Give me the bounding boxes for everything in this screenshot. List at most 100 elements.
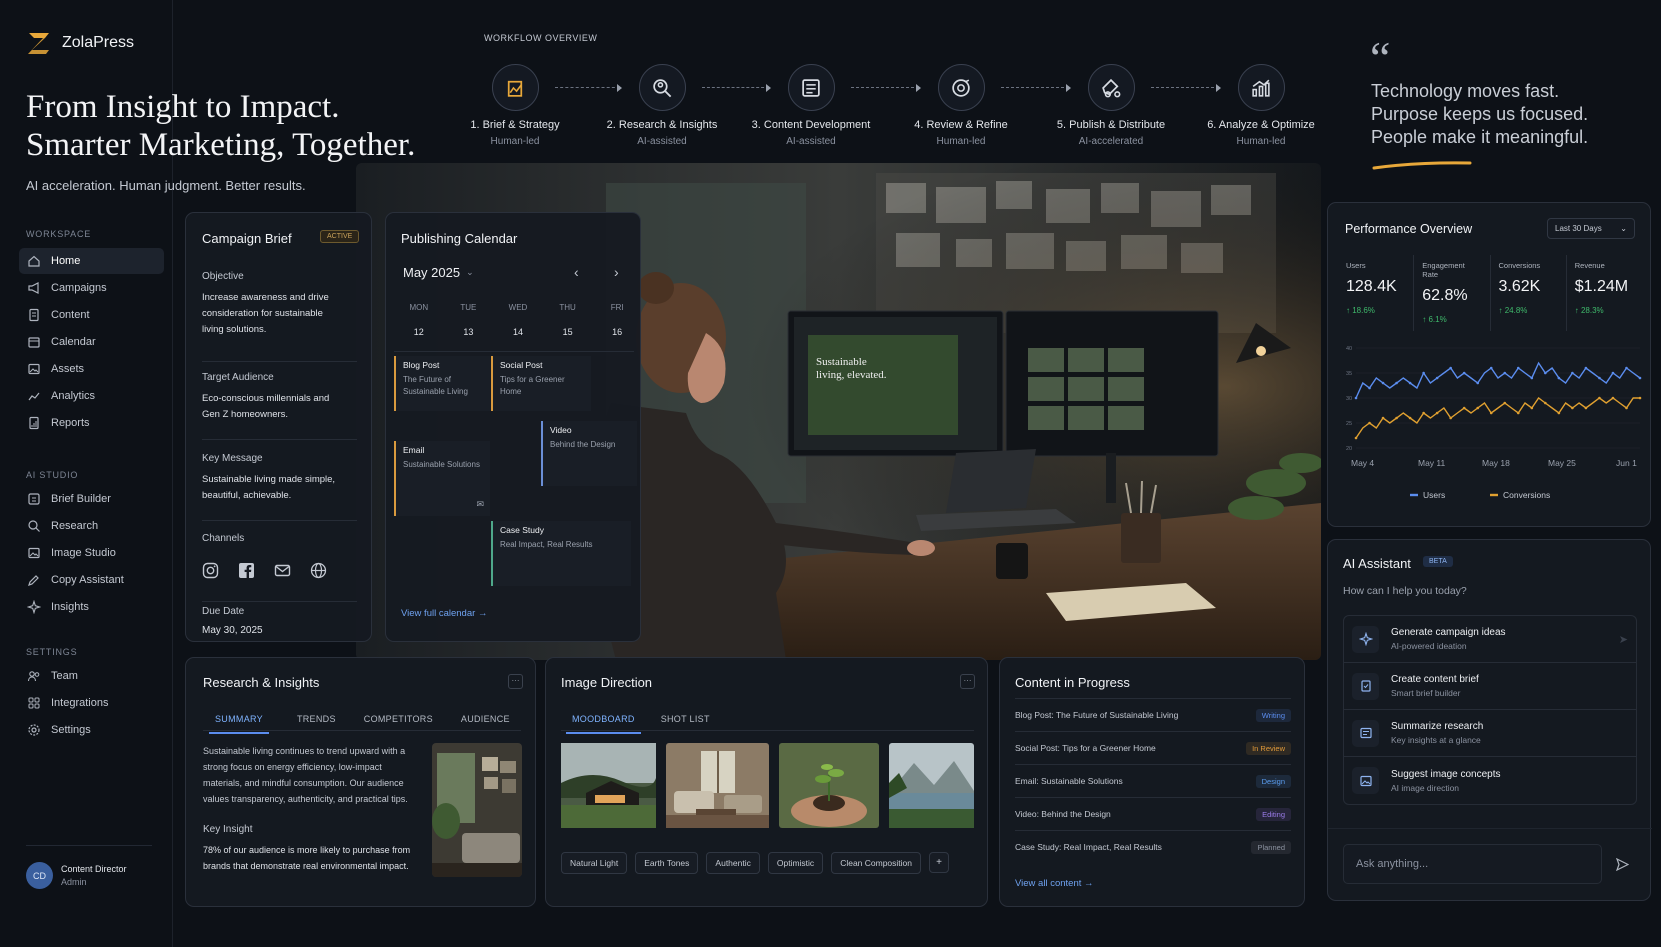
image-tag[interactable]: Earth Tones xyxy=(635,852,699,874)
image-tag[interactable]: Clean Composition xyxy=(831,852,922,874)
instagram-icon[interactable] xyxy=(202,562,219,579)
content-item[interactable]: Social Post: Tips for a Greener Home In R… xyxy=(1015,731,1291,764)
workflow-step-2[interactable]: 2. Research & Insights AI-assisted xyxy=(592,64,732,147)
sidebar-item-campaigns[interactable]: Campaigns xyxy=(19,275,164,301)
next-month-button[interactable]: › xyxy=(614,264,619,280)
tab-trends[interactable]: TRENDS xyxy=(297,714,336,734)
assistant-suggestion[interactable]: Summarize research Key insights at a glan… xyxy=(1344,710,1636,757)
image-tag[interactable]: Natural Light xyxy=(561,852,628,874)
view-full-calendar-link[interactable]: View full calendar → xyxy=(401,608,487,619)
megaphone-icon xyxy=(28,282,39,294)
sidebar-item-assets[interactable]: Assets xyxy=(19,356,164,382)
facebook-icon[interactable] xyxy=(238,562,255,579)
sidebar-item-team[interactable]: Team xyxy=(19,663,164,689)
research-summary: Sustainable living continues to trend up… xyxy=(203,746,408,804)
content-item[interactable]: Case Study: Real Impact, Real Results Pla… xyxy=(1015,830,1291,863)
workflow-step-6[interactable]: 6. Analyze & Optimize Human-led xyxy=(1191,64,1331,147)
moodboard-images xyxy=(561,743,974,828)
ask-input[interactable]: Ask anything... xyxy=(1343,844,1602,884)
more-options-button[interactable]: ··· xyxy=(960,674,975,689)
workflow-step-label: 5. Publish & Distribute xyxy=(1056,119,1166,131)
moodboard-image-seedling[interactable] xyxy=(779,743,879,828)
calendar-event[interactable]: Blog Post The Future of Sustainable Livin… xyxy=(394,356,490,411)
date-cell[interactable]: 13 xyxy=(444,327,494,337)
content-item[interactable]: Video: Behind the Design Editing xyxy=(1015,797,1291,830)
tab-moodboard[interactable]: MOODBOARD xyxy=(566,714,641,734)
sidebar-item-image-studio[interactable]: Image Studio xyxy=(19,540,164,566)
ask-input-placeholder: Ask anything... xyxy=(1356,858,1429,870)
calendar-event[interactable]: Case Study Real Impact, Real Results xyxy=(491,521,631,586)
assistant-suggestion[interactable]: Suggest image concepts AI image direction xyxy=(1344,757,1636,804)
date-cell[interactable]: 14 xyxy=(493,327,543,337)
tab-competitors[interactable]: COMPETITORS xyxy=(364,714,433,734)
workflow-step-1[interactable]: 1. Brief & Strategy Human-led xyxy=(445,64,585,147)
sidebar-item-analytics[interactable]: Analytics xyxy=(19,383,164,409)
data-point xyxy=(1354,396,1358,400)
data-point xyxy=(1584,406,1588,410)
add-tag-button[interactable]: + xyxy=(929,852,950,873)
sidebar-item-copy-assistant[interactable]: Copy Assistant xyxy=(19,567,164,593)
workflow-step-icon-wrap xyxy=(1237,64,1285,111)
moodboard-image-house[interactable] xyxy=(561,743,656,828)
brand[interactable]: ZolaPress xyxy=(26,30,134,56)
calendar-event[interactable]: Video Behind the Design xyxy=(541,421,637,486)
sidebar-item-label: Content xyxy=(51,309,90,321)
quote-underline xyxy=(1372,161,1472,170)
workflow-step-5[interactable]: 5. Publish & Distribute AI-accelerated xyxy=(1041,64,1181,147)
send-button[interactable] xyxy=(1607,844,1637,884)
content-item[interactable]: Blog Post: The Future of Sustainable Liv… xyxy=(1015,698,1291,731)
ai-assistant-panel: AI Assistant BETA How can I help you tod… xyxy=(1327,539,1652,901)
sidebar-item-calendar[interactable]: Calendar xyxy=(19,329,164,355)
date-cell[interactable]: 16 xyxy=(592,327,642,337)
sidebar-item-label: Calendar xyxy=(51,336,96,348)
sidebar-item-brief-builder[interactable]: Brief Builder xyxy=(19,486,164,512)
event-desc: Real Impact, Real Results xyxy=(500,540,593,549)
data-point xyxy=(1638,396,1642,400)
assistant-suggestion[interactable]: Generate campaign ideas AI-powered ideati… xyxy=(1344,616,1636,663)
sidebar-item-settings[interactable]: Settings xyxy=(19,717,164,743)
key-insight-label: Key Insight xyxy=(203,824,253,835)
date-cell[interactable]: 15 xyxy=(543,327,593,337)
sidebar-item-integrations[interactable]: Integrations xyxy=(19,690,164,716)
workflow-step-sub: AI-accelerated xyxy=(1078,136,1144,147)
user-name: Content Director xyxy=(61,864,127,874)
data-point xyxy=(1435,411,1439,415)
tab-summary[interactable]: SUMMARY xyxy=(209,714,269,734)
image-icon xyxy=(28,363,40,375)
metric-value: $1.24M xyxy=(1574,278,1629,295)
moodboard-image-mountain-lake[interactable] xyxy=(889,743,974,828)
tab-audience[interactable]: AUDIENCE xyxy=(461,714,510,734)
image-tags: Natural Light Earth Tones Authentic Optimis… xyxy=(561,852,950,874)
workflow-step-label: 4. Review & Refine xyxy=(914,119,1008,131)
calendar-event[interactable]: Social Post Tips for a Greener Home xyxy=(491,356,591,411)
sparkle-icon xyxy=(1358,632,1373,646)
month-selector[interactable]: May 2025 ⌄ xyxy=(403,265,474,280)
content-item[interactable]: Email: Sustainable Solutions Design xyxy=(1015,764,1291,797)
globe-icon[interactable] xyxy=(310,562,327,579)
image-tag[interactable]: Authentic xyxy=(706,852,760,874)
sidebar-item-content[interactable]: Content xyxy=(19,302,164,328)
workflow-step-4[interactable]: 4. Review & Refine Human-led xyxy=(891,64,1031,147)
sidebar-item-home[interactable]: Home xyxy=(19,248,164,274)
moodboard-image-livingroom[interactable] xyxy=(666,743,769,828)
review-icon xyxy=(952,78,970,97)
calendar-event[interactable]: Email Sustainable Solutions ✉ xyxy=(394,441,490,516)
assistant-suggestion[interactable]: Create content brief Smart brief builder xyxy=(1344,663,1636,710)
date-range-select[interactable]: Last 30 Days ⌄ xyxy=(1547,218,1635,239)
image-tag[interactable]: Optimistic xyxy=(767,852,824,874)
user-profile[interactable]: CD Content Director Admin xyxy=(26,862,127,889)
workflow-step-3[interactable]: 3. Content Development AI-assisted xyxy=(741,64,881,147)
prev-month-button[interactable]: ‹ xyxy=(574,264,579,280)
sidebar-item-insights[interactable]: Insights xyxy=(19,594,164,620)
tab-shot-list[interactable]: SHOT LIST xyxy=(661,714,710,734)
date-cell[interactable]: 12 xyxy=(386,327,444,337)
calendar-icon xyxy=(28,337,40,348)
more-options-button[interactable]: ··· xyxy=(508,674,523,689)
sidebar-item-research[interactable]: Research xyxy=(19,513,164,539)
workspace-section-label: WORKSPACE xyxy=(26,229,92,239)
sidebar-item-reports[interactable]: Reports xyxy=(19,410,164,436)
metric-users: Users 128.4K ↑ 18.6% xyxy=(1338,255,1415,331)
workflow-step-label: 2. Research & Insights xyxy=(606,119,718,131)
email-icon[interactable] xyxy=(274,562,291,579)
view-all-content-link[interactable]: View all content → xyxy=(1015,878,1094,889)
